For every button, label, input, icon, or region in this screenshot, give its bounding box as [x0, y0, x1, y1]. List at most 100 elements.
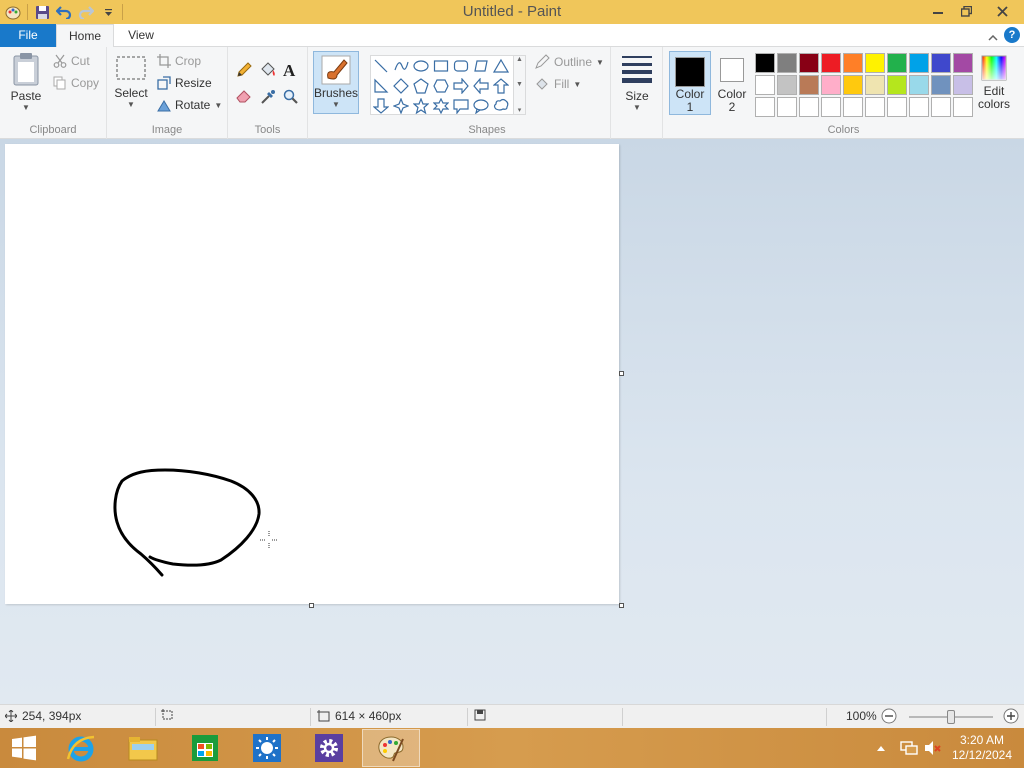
crop-button[interactable]: Crop — [157, 54, 201, 68]
palette-swatch[interactable] — [777, 53, 797, 73]
five-point-star-shape-icon[interactable] — [411, 96, 431, 116]
taskbar-settings[interactable] — [300, 729, 358, 767]
palette-swatch[interactable] — [953, 53, 973, 73]
palette-swatch[interactable] — [777, 75, 797, 95]
palette-swatch[interactable] — [887, 53, 907, 73]
outline-button[interactable]: Outline ▼ — [534, 54, 604, 70]
rectangle-shape-icon[interactable] — [431, 56, 451, 76]
taskbar-store[interactable] — [176, 729, 234, 767]
pencil-tool[interactable] — [236, 62, 252, 78]
scroll-down-icon[interactable]: ▼ — [516, 81, 523, 88]
select-button[interactable]: Select ▼ — [113, 55, 149, 109]
curve-shape-icon[interactable] — [391, 56, 411, 76]
palette-swatch[interactable] — [887, 75, 907, 95]
minimize-button[interactable] — [924, 0, 952, 22]
redo-icon[interactable] — [75, 1, 97, 23]
rounded-rectangle-shape-icon[interactable] — [451, 56, 471, 76]
palette-swatch[interactable] — [953, 97, 973, 117]
resize-button[interactable]: Resize — [157, 76, 212, 90]
down-arrow-shape-icon[interactable] — [371, 96, 391, 116]
palette-swatch[interactable] — [931, 75, 951, 95]
canvas-resize-handle-right[interactable] — [619, 371, 624, 376]
taskbar-clock[interactable]: 3:20 AM 12/12/2024 — [952, 733, 1012, 763]
volume-muted-icon[interactable] — [924, 740, 942, 756]
help-button[interactable]: ? — [1004, 27, 1020, 43]
drawing-canvas[interactable] — [5, 144, 619, 604]
brushes-button[interactable]: Brushes ▼ — [313, 51, 359, 114]
palette-swatch[interactable] — [865, 53, 885, 73]
six-point-star-shape-icon[interactable] — [431, 96, 451, 116]
palette-swatch[interactable] — [821, 53, 841, 73]
palette-swatch[interactable] — [843, 97, 863, 117]
restore-button[interactable] — [952, 0, 980, 22]
tab-home[interactable]: Home — [56, 24, 114, 48]
taskbar-weather-app[interactable] — [238, 729, 296, 767]
palette-swatch[interactable] — [821, 97, 841, 117]
network-icon[interactable] — [900, 740, 918, 756]
palette-swatch[interactable] — [843, 75, 863, 95]
close-button[interactable] — [980, 0, 1024, 22]
canvas-resize-handle-bottom[interactable] — [309, 603, 314, 608]
cut-button[interactable]: Cut — [53, 54, 90, 68]
palette-swatch[interactable] — [821, 75, 841, 95]
taskbar-file-explorer[interactable] — [114, 729, 172, 767]
palette-swatch[interactable] — [755, 75, 775, 95]
palette-swatch[interactable] — [909, 97, 929, 117]
minimize-ribbon-chevron-up-icon[interactable] — [988, 30, 998, 44]
zoom-in-button[interactable] — [1003, 708, 1019, 724]
right-triangle-shape-icon[interactable] — [371, 76, 391, 96]
customize-toolbar-chevron-down-icon[interactable] — [97, 1, 119, 23]
palette-swatch[interactable] — [755, 53, 775, 73]
oval-callout-shape-icon[interactable] — [471, 96, 491, 116]
triangle-shape-icon[interactable] — [491, 56, 511, 76]
line-shape-icon[interactable] — [371, 56, 391, 76]
expand-gallery-icon[interactable]: ▾ — [518, 106, 522, 114]
four-point-star-shape-icon[interactable] — [391, 96, 411, 116]
eraser-tool[interactable] — [236, 89, 252, 103]
right-arrow-shape-icon[interactable] — [451, 76, 471, 96]
size-button[interactable]: Size ▼ — [617, 54, 657, 112]
rectangular-callout-shape-icon[interactable] — [451, 96, 471, 116]
color1-button[interactable]: Color 1 — [669, 51, 711, 115]
paint-app-icon[interactable] — [2, 1, 24, 23]
shapes-gallery-scrollbar[interactable]: ▲ ▼ ▾ — [514, 55, 526, 115]
palette-swatch[interactable] — [931, 97, 951, 117]
rotate-button[interactable]: Rotate ▼ — [157, 98, 222, 112]
cloud-callout-shape-icon[interactable] — [491, 96, 511, 116]
up-arrow-shape-icon[interactable] — [491, 76, 511, 96]
color-picker-tool[interactable] — [260, 89, 276, 105]
magnifier-tool[interactable] — [283, 89, 299, 105]
paste-button[interactable]: Paste ▼ — [6, 52, 46, 112]
hexagon-shape-icon[interactable] — [431, 76, 451, 96]
palette-swatch[interactable] — [909, 53, 929, 73]
polygon-shape-icon[interactable] — [471, 56, 491, 76]
scroll-up-icon[interactable]: ▲ — [516, 56, 523, 63]
edit-colors-button[interactable]: Edit colors — [976, 54, 1012, 111]
tab-file[interactable]: File — [0, 24, 56, 47]
zoom-out-button[interactable] — [881, 708, 897, 724]
taskbar-paint[interactable] — [362, 729, 420, 767]
tab-view[interactable]: View — [114, 24, 168, 47]
palette-swatch[interactable] — [931, 53, 951, 73]
fill-button[interactable]: Fill ▼ — [534, 76, 581, 92]
palette-swatch[interactable] — [843, 53, 863, 73]
text-tool[interactable]: A — [283, 61, 295, 81]
diamond-shape-icon[interactable] — [391, 76, 411, 96]
palette-swatch[interactable] — [887, 97, 907, 117]
palette-swatch[interactable] — [909, 75, 929, 95]
taskbar-internet-explorer[interactable] — [52, 729, 110, 767]
palette-swatch[interactable] — [865, 75, 885, 95]
palette-swatch[interactable] — [799, 97, 819, 117]
palette-swatch[interactable] — [865, 97, 885, 117]
palette-swatch[interactable] — [953, 75, 973, 95]
save-icon[interactable] — [31, 1, 53, 23]
palette-swatch[interactable] — [799, 75, 819, 95]
show-hidden-icons-chevron-up-icon[interactable] — [876, 744, 886, 752]
start-button[interactable] — [0, 729, 48, 767]
palette-swatch[interactable] — [777, 97, 797, 117]
palette-swatch[interactable] — [755, 97, 775, 117]
left-arrow-shape-icon[interactable] — [471, 76, 491, 96]
zoom-slider-thumb[interactable] — [947, 710, 955, 724]
oval-shape-icon[interactable] — [411, 56, 431, 76]
canvas-resize-handle-corner[interactable] — [619, 603, 624, 608]
